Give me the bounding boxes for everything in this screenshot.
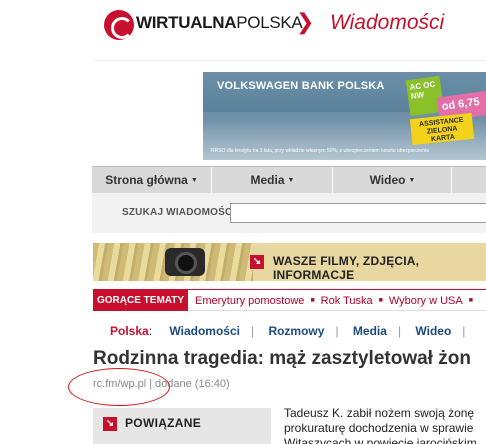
search-bar: SZUKAJ WIADOMOŚCI:: [92, 193, 486, 233]
section-title[interactable]: Wiadomości: [330, 11, 444, 35]
annotation-circle: [68, 368, 170, 406]
tab-home[interactable]: Strona główna ▼: [92, 167, 212, 193]
arrow-right-icon: ↘: [103, 417, 117, 431]
tab-media-label: Media: [250, 173, 285, 187]
promo-banner[interactable]: ↘ WASZE FILMY, ZDJĘCIA, INFORMACJE: [93, 243, 486, 281]
hot-topic-link[interactable]: Wybory w USA: [389, 295, 463, 307]
ad-title: VOLKSWAGEN BANK POLSKA: [217, 80, 385, 92]
subnav-link-interviews[interactable]: Rozmowy: [268, 324, 324, 338]
bullet-icon: ■: [468, 297, 473, 304]
article-line: Tadeusz K. zabił nożem swoją żonę: [284, 406, 475, 420]
search-label: SZUKAJ WIADOMOŚCI:: [122, 207, 239, 218]
site-header: WIRTUALNAPOLSKA ❯ Wiadomości: [0, 0, 486, 48]
subnav: Polska: Wiadomości | Rozmowy | Media | Wide…: [110, 323, 476, 339]
logo-light-text: POLSKA: [236, 13, 303, 32]
hot-topics-label: GORĄCE TEMATY: [93, 290, 189, 311]
hot-topic-link[interactable]: Rok Tuska: [321, 295, 373, 307]
tab-home-label: Strona główna: [105, 173, 188, 187]
subnav-separator: |: [462, 324, 466, 338]
tab-video-label: Wideo: [369, 173, 406, 187]
main-nav: Strona główna ▼ Media ▼ Wideo ▼: [92, 166, 486, 193]
ad-banner[interactable]: VOLKSWAGEN BANK POLSKA AC OC NW od 6,75 …: [203, 72, 486, 160]
subnav-link-media[interactable]: Media: [353, 324, 387, 338]
subnav-separator: |: [335, 324, 339, 338]
tab-media[interactable]: Media ▼: [213, 167, 333, 193]
subnav-current: Polska: [110, 324, 149, 338]
ad-footnote: RRSO dla kredytu na 3 lata, przy wkładzi…: [211, 148, 429, 154]
hot-topics-bar: GORĄCE TEMATY Emerytury pomostowe ■ Rok Tu…: [93, 289, 486, 311]
article-line: prokuraturę dochodzenia w sprawie: [284, 421, 474, 435]
chevron-down-icon: ▼: [287, 177, 295, 184]
tab-video[interactable]: Wideo ▼: [334, 167, 452, 193]
site-logo[interactable]: WIRTUALNAPOLSKA: [136, 13, 303, 33]
hot-topic-link[interactable]: Emerytury pomostowe: [195, 295, 304, 307]
search-input[interactable]: [230, 203, 486, 223]
wp-logo-icon[interactable]: [104, 10, 134, 40]
section-arrow-icon: ❯: [296, 10, 315, 35]
bullet-icon: ■: [378, 297, 383, 304]
logo-bold-text: WIRTUALNA: [136, 13, 237, 32]
article-body: Tadeusz K. zabił nożem swoją żonę prokur…: [284, 406, 486, 444]
subnav-link-video[interactable]: Wideo: [415, 324, 451, 338]
header-divider: [93, 60, 486, 61]
related-box[interactable]: ↘ POWIĄZANE: [93, 408, 271, 444]
related-label: POWIĄZANE: [125, 416, 202, 430]
article-headline: Rodzinna tragedia: mąż zasztyletował żon: [93, 348, 471, 369]
subnav-link-news[interactable]: Wiadomości: [169, 324, 240, 338]
bullet-icon: ■: [310, 297, 315, 304]
promo-text: WASZE FILMY, ZDJĘCIA, INFORMACJE: [273, 254, 420, 281]
camera-lens-icon: [175, 252, 197, 274]
chevron-down-icon: ▼: [408, 177, 416, 184]
subnav-separator: |: [250, 324, 255, 338]
arrow-right-icon: ↘: [250, 255, 264, 269]
article-line: Witaszycach w powiecie jarocińskim: [284, 436, 477, 444]
subnav-separator: |: [397, 324, 402, 338]
subnav-colon: :: [148, 324, 153, 338]
chevron-down-icon: ▼: [190, 177, 198, 184]
hot-topics-list: Emerytury pomostowe ■ Rok Tuska ■ Wybory w U…: [195, 290, 479, 311]
